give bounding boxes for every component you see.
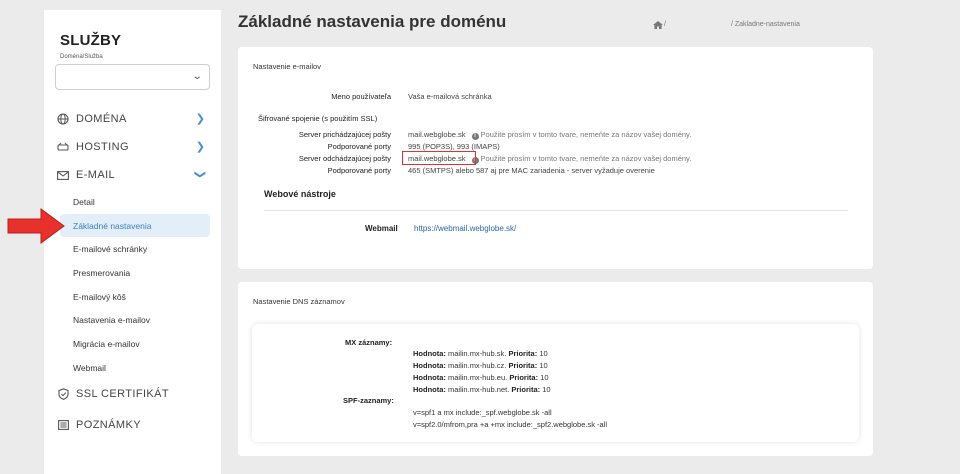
dns-settings-card: Nastavenie DNS záznamov MX záznamy: Hodn…: [238, 282, 873, 456]
sidebar-item-webmail[interactable]: Webmail: [60, 356, 210, 379]
info-icon: i: [471, 133, 479, 140]
outgoing-ports-label: Podporované porty: [327, 166, 391, 175]
ssl-heading: Šifrované spojenie (s použitím SSL): [258, 114, 378, 123]
outgoing-server-note: Použite prosím v tomto tvare, nemeňte za…: [480, 154, 692, 163]
nav-label: E-MAIL: [76, 169, 116, 181]
nav-item-ssl[interactable]: SSL CERTIFIKÁT: [51, 382, 211, 406]
nav-item-email[interactable]: E-MAIL ❯: [51, 163, 211, 187]
breadcrumb-separator: /: [664, 21, 666, 28]
spf-record: v=spf2.0/mfrom,pra +a +mx include:_spf2.…: [413, 420, 608, 429]
nav-label: SSL CERTIFIKÁT: [76, 388, 170, 400]
tools-heading: Webové nástroje: [264, 189, 336, 199]
incoming-ports-value: 995 (POP3S), 993 (IMAPS): [408, 142, 500, 151]
incoming-server-label: Server prichádzajúcej pošty: [298, 130, 391, 139]
chevron-down-icon: ⌄: [191, 71, 203, 82]
page-title: Základné nastavenia pre doménu: [238, 12, 507, 31]
divider: [264, 210, 848, 211]
nav-label: HOSTING: [76, 141, 129, 153]
server-icon: [56, 140, 70, 154]
shield-icon: [56, 387, 70, 401]
sidebar-item-emailovy-kos[interactable]: E-mailový kôš: [60, 285, 210, 308]
mx-record: Hodnota: mailin.mx-hub.cz. Priorita: 10: [413, 361, 548, 370]
sidebar-brand: SLUŽBY: [60, 32, 122, 49]
incoming-server-row: mail.webglobe.sk i Použite prosím v tomto …: [408, 130, 691, 140]
chevron-right-icon: ❯: [195, 141, 205, 153]
user-value: Vaša e-mailová schránka: [408, 92, 492, 101]
chevron-down-icon: ❯: [193, 169, 206, 180]
mx-label: MX záznamy:: [345, 338, 393, 347]
card-title: Nastavenie DNS záznamov: [253, 297, 345, 306]
chevron-right-icon: ❯: [195, 113, 205, 125]
nav-item-hosting[interactable]: HOSTING ❯: [51, 135, 211, 159]
mx-record: Hodnota: mailin.mx-hub.sk. Priorita: 10: [413, 349, 548, 358]
outgoing-server-label: Server odchádzajúcej pošty: [298, 154, 391, 163]
mx-record: Hodnota: mailin.mx-hub.net. Priorita: 10: [413, 385, 551, 394]
breadcrumb-current: / Zakladne-nastavenia: [731, 21, 800, 28]
sidebar-item-presmerovania[interactable]: Presmerovania: [60, 261, 210, 284]
webmail-link[interactable]: https://webmail.webglobe.sk/: [414, 224, 516, 233]
sidebar-item-migracia-emailov[interactable]: Migrácia e-mailov: [60, 332, 210, 355]
spf-label: SPF-zaznamy:: [343, 396, 394, 405]
nav-label: DOMÉNA: [76, 113, 127, 125]
email-settings-card: Nastavenie e-mailov Meno používateľa Vaš…: [238, 47, 873, 269]
card-title: Nastavenie e-mailov: [253, 62, 321, 71]
highlight-box: [402, 151, 476, 165]
mx-record: Hodnota: mailin.mx-hub.eu. Priorita: 10: [413, 373, 549, 382]
spf-record: v=spf1 a mx include:_spf.webglobe.sk -al…: [413, 408, 552, 417]
sidebar-item-zakladne-nastavenia[interactable]: Základné nastavenia: [60, 214, 210, 237]
dns-records-panel: MX záznamy: Hodnota: mailin.mx-hub.sk. P…: [252, 324, 859, 442]
home-icon[interactable]: [653, 21, 663, 31]
nav-item-domena[interactable]: DOMÉNA ❯: [51, 107, 211, 131]
service-select[interactable]: ⌄: [55, 64, 210, 90]
red-arrow-icon: [7, 208, 65, 244]
sidebar: SLUŽBY Doména/Služba ⌄ DOMÉNA ❯ HOSTING …: [44, 10, 221, 474]
webmail-label: Webmail: [365, 224, 398, 233]
incoming-server-value: mail.webglobe.sk: [408, 130, 466, 139]
outgoing-ports-value: 465 (SMTPS) alebo 587 aj pre MAC zariade…: [408, 166, 655, 175]
sidebar-brand-sub: Doména/Služba: [60, 54, 103, 60]
nav-item-poznamky[interactable]: POZNÁMKY: [51, 413, 211, 437]
globe-icon: [56, 112, 70, 126]
user-label: Meno používateľa: [331, 92, 391, 101]
nav-label: POZNÁMKY: [76, 419, 141, 431]
sidebar-item-emailove-schranky[interactable]: E-mailové schránky: [60, 237, 210, 260]
incoming-ports-label: Podporované porty: [327, 142, 391, 151]
sidebar-item-nastavenia-emailov[interactable]: Nastavenia e-mailov: [60, 308, 210, 331]
notes-icon: [56, 418, 70, 432]
sidebar-item-detail[interactable]: Detail: [60, 190, 210, 213]
envelope-icon: [56, 168, 70, 182]
incoming-server-note: Použite prosím v tomto tvare, nemeňte za…: [480, 130, 692, 139]
